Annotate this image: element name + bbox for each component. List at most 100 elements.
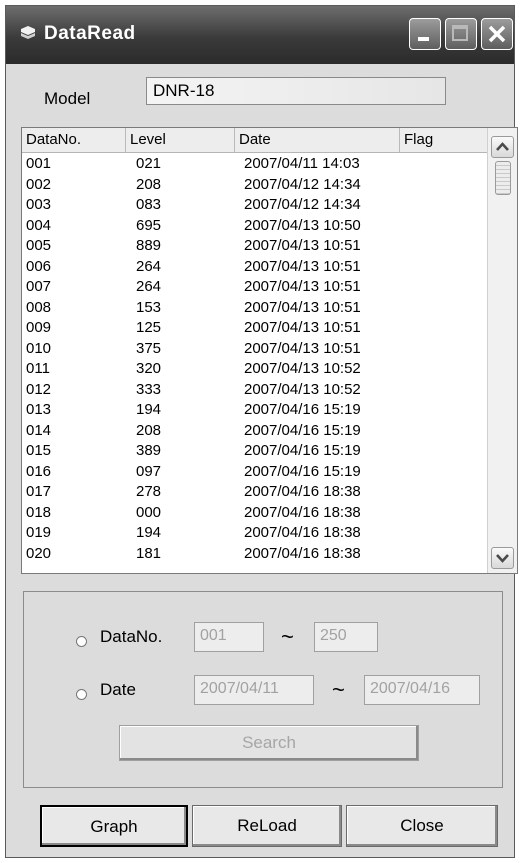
table-row[interactable]: 010 375 2007/04/13 10:51	[22, 339, 488, 360]
chevron-down-icon	[496, 554, 509, 563]
row-datano: 006	[26, 257, 52, 275]
row-datano: 010	[26, 339, 52, 357]
date-to-field[interactable]: 2007/04/16	[364, 675, 480, 705]
row-level: 083	[136, 196, 162, 213]
datano-from-field[interactable]: 001	[194, 622, 264, 652]
row-date: 2007/04/13 10:51	[244, 257, 361, 275]
row-datano: 013	[26, 401, 52, 418]
app-icon	[21, 26, 35, 39]
table-row[interactable]: 011 320 2007/04/13 10:52	[22, 359, 488, 380]
table-row[interactable]: 016 097 2007/04/16 15:19	[22, 462, 488, 483]
close-button[interactable]: Close	[346, 805, 498, 847]
radio-datano-label: DataNo.	[100, 627, 163, 646]
table-row[interactable]: 008 153 2007/04/13 10:51	[22, 298, 488, 319]
row-date: 2007/04/16 15:19	[244, 401, 361, 418]
row-level: 264	[136, 257, 162, 275]
table-row[interactable]: 006 264 2007/04/13 10:51	[22, 257, 488, 278]
row-level: 125	[136, 319, 162, 336]
date-range-separator: ~	[332, 677, 345, 702]
row-level: 278	[136, 483, 162, 500]
datano-range-separator: ~	[281, 624, 294, 649]
row-level: 389	[136, 442, 162, 459]
row-datano: 007	[26, 278, 52, 295]
row-datano: 015	[26, 442, 52, 459]
model-field: DNR-18	[146, 77, 446, 105]
title-bar[interactable]: DataRead	[6, 6, 514, 64]
close-icon[interactable]	[481, 18, 513, 50]
table-row[interactable]: 002 208 2007/04/12 14:34	[22, 175, 488, 196]
reload-button[interactable]: ReLoad	[192, 805, 342, 847]
row-level: 320	[136, 360, 162, 377]
row-date: 2007/04/16 18:38	[244, 503, 361, 521]
table-row[interactable]: 012 333 2007/04/13 10:52	[22, 380, 488, 401]
table-row[interactable]: 019 194 2007/04/16 18:38	[22, 523, 488, 544]
row-date: 2007/04/13 10:51	[244, 339, 361, 357]
scroll-down-button[interactable]	[491, 547, 514, 569]
radio-datano[interactable]	[76, 636, 87, 647]
row-date: 2007/04/13 10:51	[244, 237, 361, 254]
datano-to-field[interactable]: 250	[314, 622, 378, 652]
scroll-up-button[interactable]	[491, 136, 514, 158]
row-date: 2007/04/13 10:52	[244, 360, 361, 377]
row-datano: 008	[26, 298, 52, 316]
chevron-up-icon	[496, 142, 509, 151]
table-row[interactable]: 001 021 2007/04/11 14:03	[22, 154, 488, 175]
row-level: 889	[136, 237, 162, 254]
row-datano: 014	[26, 421, 52, 439]
row-date: 2007/04/13 10:51	[244, 278, 361, 295]
row-date: 2007/04/16 15:19	[244, 421, 361, 439]
row-date: 2007/04/13 10:51	[244, 319, 361, 336]
table-row[interactable]: 020 181 2007/04/16 18:38	[22, 544, 488, 565]
dataread-window: DataRead Model DNR-18 DataNo. Level Date…	[5, 5, 518, 858]
column-header-datano[interactable]: DataNo.	[22, 128, 126, 152]
minimize-icon[interactable]	[409, 18, 441, 50]
table-row[interactable]: 017 278 2007/04/16 18:38	[22, 482, 488, 503]
table-row[interactable]: 003 083 2007/04/12 14:34	[22, 195, 488, 216]
table-row[interactable]: 013 194 2007/04/16 15:19	[22, 400, 488, 421]
model-label: Model	[44, 89, 91, 108]
column-header-flag[interactable]: Flag	[400, 128, 488, 152]
scroll-thumb[interactable]	[495, 161, 511, 195]
table-row[interactable]: 018 000 2007/04/16 18:38	[22, 503, 488, 524]
table-row[interactable]: 005 889 2007/04/13 10:51	[22, 236, 488, 257]
row-level: 208	[136, 175, 162, 193]
date-from-field[interactable]: 2007/04/11	[194, 675, 314, 705]
table-row[interactable]: 007 264 2007/04/13 10:51	[22, 277, 488, 298]
search-group: DataNo. 001 ~ 250 Date 2007/04/11 ~ 2007…	[23, 591, 503, 788]
graph-button[interactable]: Graph	[40, 805, 188, 847]
row-date: 2007/04/16 18:38	[244, 544, 361, 562]
row-datano: 019	[26, 524, 52, 541]
row-level: 375	[136, 339, 162, 357]
row-level: 194	[136, 524, 162, 541]
table-row[interactable]: 004 695 2007/04/13 10:50	[22, 216, 488, 237]
row-date: 2007/04/12 14:34	[244, 196, 361, 213]
row-date: 2007/04/11 14:03	[244, 155, 360, 172]
row-date: 2007/04/16 18:38	[244, 524, 361, 541]
table-row[interactable]: 015 389 2007/04/16 15:19	[22, 441, 488, 462]
row-datano: 020	[26, 544, 52, 562]
column-header-date[interactable]: Date	[235, 128, 400, 152]
row-datano: 003	[26, 196, 52, 213]
column-header-level[interactable]: Level	[126, 128, 235, 152]
row-date: 2007/04/16 15:19	[244, 442, 361, 459]
table-row[interactable]: 014 208 2007/04/16 15:19	[22, 421, 488, 442]
table-row[interactable]: 009 125 2007/04/13 10:51	[22, 318, 488, 339]
vertical-scrollbar[interactable]	[487, 128, 517, 573]
row-level: 194	[136, 401, 162, 418]
search-button[interactable]: Search	[119, 725, 419, 761]
row-level: 333	[136, 380, 162, 398]
data-list[interactable]: DataNo. Level Date Flag 001 021 2007/04/11…	[21, 127, 518, 574]
row-datano: 017	[26, 483, 52, 500]
row-level: 208	[136, 421, 162, 439]
row-level: 695	[136, 216, 162, 234]
row-datano: 004	[26, 216, 52, 234]
row-datano: 001	[26, 155, 52, 172]
row-datano: 018	[26, 503, 52, 521]
row-datano: 005	[26, 237, 52, 254]
row-date: 2007/04/16 15:19	[244, 462, 361, 480]
row-level: 021	[136, 155, 162, 172]
row-datano: 009	[26, 319, 52, 336]
radio-date[interactable]	[76, 689, 87, 700]
row-level: 097	[136, 462, 162, 480]
row-datano: 011	[26, 360, 50, 377]
